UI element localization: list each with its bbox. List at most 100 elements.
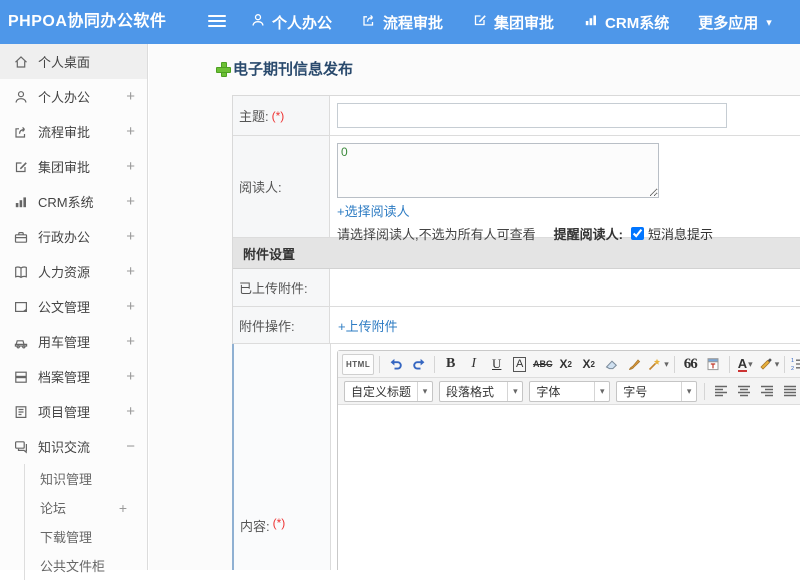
sidebar-item-admin-office[interactable]: 行政办公 + (0, 219, 147, 254)
font-family-select[interactable]: 字体 ▾ (529, 380, 611, 402)
sidebar-subitem-knowledge-mgmt[interactable]: 知识管理 (25, 464, 147, 493)
sidebar-item-crm[interactable]: CRM系统 + (0, 184, 147, 219)
editor-content-area[interactable] (338, 405, 800, 570)
readers-row: 阅读人: 0 +选择阅读人 请选择阅读人,不选为所有人可查看 提醒阅读人: 短消… (233, 136, 800, 242)
nav-personal-office[interactable]: 个人办公 (250, 12, 332, 33)
rich-text-editor: HTML B I U A ABC X2 X2 ▾ 66 A ▾ ▾ 1 2 自定… (337, 350, 800, 570)
project-icon (15, 405, 27, 418)
nav-workflow-approval[interactable]: 流程审批 (361, 12, 443, 33)
sidebar: 个人桌面 个人办公 + 流程审批 + 集团审批 + CRM系统 + 行政办公 +… (0, 44, 148, 580)
sidebar-subitem-forum[interactable]: 论坛 + (25, 493, 147, 522)
align-left-button[interactable] (710, 381, 731, 402)
expand-plus[interactable]: + (126, 123, 135, 140)
sidebar-item-hr[interactable]: 人力资源 + (0, 254, 147, 289)
blockquote-button[interactable]: 66 (680, 354, 701, 375)
sidebar-item-group-approval[interactable]: 集团审批 + (0, 149, 147, 184)
expand-plus[interactable]: + (126, 368, 135, 385)
document-icon (14, 301, 28, 312)
select-readers-link[interactable]: +选择阅读人 (337, 201, 410, 220)
subject-row: 主题: (*) (233, 96, 800, 136)
sidebar-item-workflow-approval[interactable]: 流程审批 + (0, 114, 147, 149)
attachment-ops-label: 附件操作: (239, 318, 295, 334)
sidebar-item-archives[interactable]: 档案管理 + (0, 359, 147, 394)
expand-plus[interactable]: + (126, 298, 135, 315)
sidebar-subitem-public-cabinet[interactable]: 公共文件柜 (25, 551, 147, 580)
readers-hint: 请选择阅读人,不选为所有人可查看 (337, 227, 536, 242)
heading-select[interactable]: 自定义标题 ▾ (344, 380, 434, 402)
expand-plus[interactable]: + (126, 263, 135, 280)
caret-down-icon: ▾ (766, 16, 772, 29)
undo-icon[interactable] (385, 354, 406, 375)
align-right-button[interactable] (756, 381, 777, 402)
expand-plus[interactable]: + (126, 228, 135, 245)
font-size-select[interactable]: 字号 ▾ (616, 380, 698, 402)
uploaded-attachments-area (330, 269, 800, 306)
collapse-minus[interactable]: − (126, 438, 135, 455)
hamburger-menu-icon[interactable] (208, 15, 226, 29)
font-style-button[interactable]: A (513, 356, 527, 372)
upload-attachment-link[interactable]: +上传附件 (338, 316, 398, 335)
top-nav: 个人办公 流程审批 集团审批 CRM系统 更多应用 ▾ (250, 0, 772, 44)
strikethrough-button[interactable]: ABC (532, 354, 553, 375)
readers-textarea[interactable]: 0 (337, 143, 659, 198)
chevron-down-icon: ▾ (681, 381, 696, 401)
subject-input[interactable] (337, 103, 727, 128)
nav-more-apps[interactable]: 更多应用 ▾ (698, 12, 772, 33)
ordered-list-button[interactable]: 12▾ (790, 354, 800, 375)
sidebar-submenu-knowledge: 知识管理 论坛 + 下载管理 公共文件柜 (24, 464, 147, 580)
format-brush-icon[interactable] (624, 354, 645, 375)
auto-format-icon[interactable]: ▾ (647, 354, 669, 375)
edit-icon (472, 12, 488, 32)
font-color-button[interactable]: A ▾ (735, 354, 756, 375)
expand-plus[interactable]: + (119, 500, 127, 516)
svg-text:2: 2 (791, 366, 794, 372)
expand-plus[interactable]: + (126, 333, 135, 350)
expand-plus[interactable]: + (126, 158, 135, 175)
align-justify-button[interactable] (779, 381, 800, 402)
subscript-button[interactable]: X2 (578, 354, 599, 375)
italic-button[interactable]: I (463, 354, 484, 375)
sms-remind-checkbox[interactable] (630, 227, 644, 240)
expand-plus[interactable]: + (126, 193, 135, 210)
redo-icon[interactable] (408, 354, 429, 375)
main-content: 电子期刊信息发布 主题: (*) 阅读人: 0 +选择阅读人 请选择阅读人,不选… (149, 44, 800, 570)
green-plus-icon (216, 62, 231, 77)
underline-button[interactable]: U (486, 354, 507, 375)
person-icon (15, 90, 27, 103)
briefcase-icon (14, 231, 28, 243)
highlight-color-button[interactable]: ▾ (758, 354, 779, 375)
svg-text:1: 1 (791, 358, 794, 364)
expand-plus[interactable]: + (126, 88, 135, 105)
subject-label: 主题: (239, 109, 269, 124)
html-source-button[interactable]: HTML (342, 353, 375, 375)
chart-icon (583, 12, 599, 32)
nav-crm[interactable]: CRM系统 (583, 12, 669, 33)
superscript-button[interactable]: X2 (555, 354, 576, 375)
sidebar-item-desktop[interactable]: 个人桌面 (0, 44, 147, 79)
edit-icon (15, 161, 27, 172)
book-icon (15, 266, 27, 278)
page-title: 电子期刊信息发布 (216, 58, 353, 79)
sidebar-item-personal-office[interactable]: 个人办公 + (0, 79, 147, 114)
sidebar-item-project[interactable]: 项目管理 + (0, 394, 147, 429)
required-mark: (*) (272, 516, 286, 530)
expand-plus[interactable]: + (126, 403, 135, 420)
paragraph-format-select[interactable]: 段落格式 ▾ (439, 380, 524, 402)
sidebar-item-vehicle[interactable]: 用车管理 + (0, 324, 147, 359)
editor-toolbar-row2: 自定义标题 ▾ 段落格式 ▾ 字体 ▾ 字号 ▾ (338, 378, 800, 405)
sidebar-subitem-download-mgmt[interactable]: 下载管理 (25, 522, 147, 551)
chat-icon (14, 440, 27, 453)
bold-button[interactable]: B (440, 354, 461, 375)
sidebar-item-official-doc[interactable]: 公文管理 + (0, 289, 147, 324)
app-logo: PHPOA协同办公软件 (8, 13, 167, 30)
eraser-icon[interactable] (601, 354, 622, 375)
nav-group-approval[interactable]: 集团审批 (472, 12, 554, 33)
publish-form: 主题: (*) 阅读人: 0 +选择阅读人 请选择阅读人,不选为所有人可查看 提… (232, 95, 800, 570)
content-label: 内容: (240, 519, 270, 534)
paste-text-icon[interactable] (703, 354, 724, 375)
align-center-button[interactable] (733, 381, 754, 402)
required-mark: (*) (271, 108, 285, 123)
sidebar-item-knowledge[interactable]: 知识交流 − (0, 429, 147, 464)
person-icon (250, 12, 266, 32)
chevron-down-icon: ▾ (507, 381, 522, 401)
